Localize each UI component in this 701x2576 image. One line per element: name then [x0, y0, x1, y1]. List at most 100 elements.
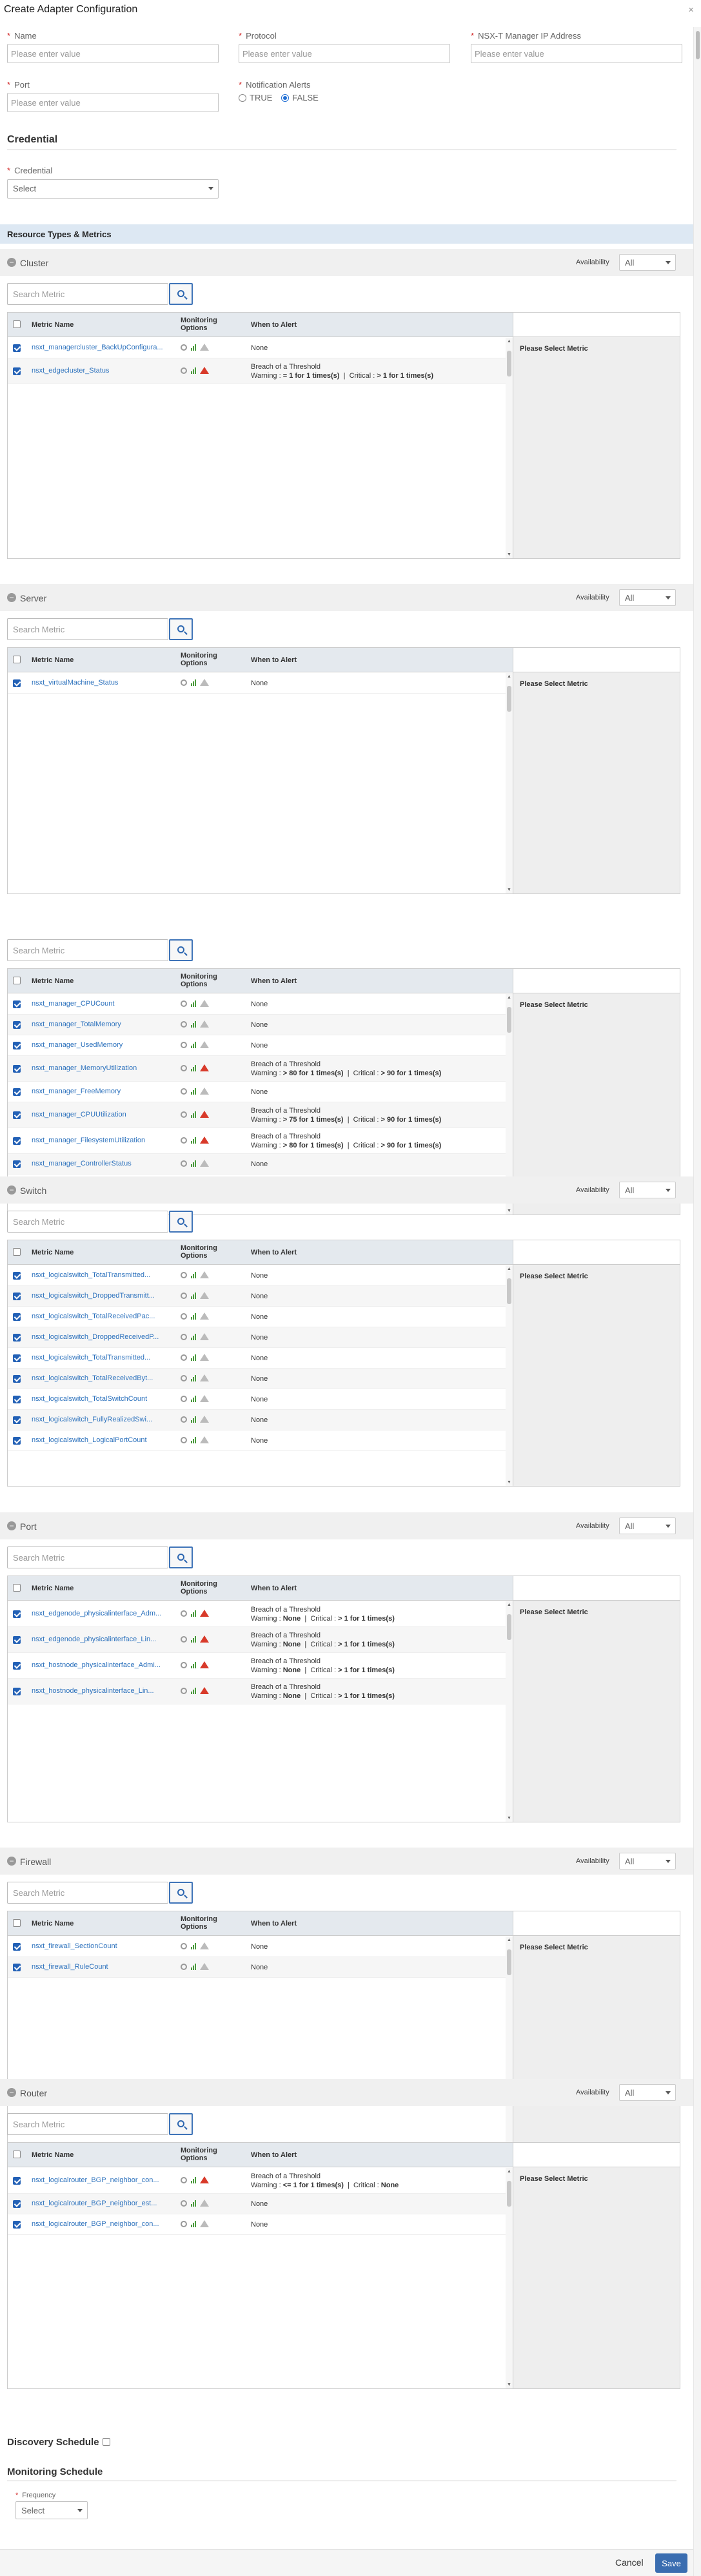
row-checkbox[interactable]	[13, 1272, 21, 1280]
search-button[interactable]	[169, 283, 193, 305]
alert-icon[interactable]	[200, 1687, 209, 1694]
scrollbar-thumb[interactable]	[507, 1614, 511, 1640]
metric-link[interactable]: nsxt_logicalswitch_TotalReceivedByt...	[32, 1374, 173, 1382]
row-checkbox[interactable]	[13, 1416, 21, 1424]
metric-link[interactable]: nsxt_logicalswitch_DroppedReceivedP...	[32, 1333, 173, 1341]
cancel-button[interactable]: Cancel	[615, 2557, 644, 2568]
alert-icon[interactable]	[200, 1088, 209, 1095]
search-button[interactable]	[169, 1547, 193, 1568]
gear-icon[interactable]	[181, 1942, 187, 1949]
bar-chart-icon[interactable]	[191, 1963, 196, 1970]
radio-true[interactable]	[239, 93, 246, 102]
bar-chart-icon[interactable]	[191, 1064, 196, 1071]
search-metric-input[interactable]	[7, 939, 168, 961]
scrollbar-thumb[interactable]	[507, 686, 511, 712]
name-input[interactable]	[7, 44, 219, 63]
gear-icon[interactable]	[181, 1064, 187, 1071]
bar-chart-icon[interactable]	[191, 344, 196, 351]
table-row[interactable]: nsxt_manager_ControllerStatus None	[8, 1154, 506, 1175]
scroll-up-icon[interactable]: ▲	[507, 2169, 511, 2174]
bar-chart-icon[interactable]	[191, 1635, 196, 1643]
metric-link[interactable]: nsxt_logicalswitch_TotalTransmitted...	[32, 1271, 173, 1279]
bar-chart-icon[interactable]	[191, 1088, 196, 1095]
gear-icon[interactable]	[181, 1436, 187, 1443]
bar-chart-icon[interactable]	[191, 1292, 196, 1299]
table-row[interactable]: nsxt_manager_TotalMemory None	[8, 1015, 506, 1035]
metric-link[interactable]: nsxt_manager_UsedMemory	[32, 1041, 173, 1049]
metric-link[interactable]: nsxt_manager_CPUUtilization	[32, 1111, 173, 1118]
alert-icon[interactable]	[200, 1064, 209, 1071]
table-row[interactable]: nsxt_logicalswitch_DroppedReceivedP... No…	[8, 1327, 506, 1348]
collapse-icon[interactable]: −	[7, 2088, 16, 2097]
gear-icon[interactable]	[181, 1111, 187, 1118]
gear-icon[interactable]	[181, 1635, 187, 1643]
table-row[interactable]: nsxt_manager_CPUUtilization Breach of a T…	[8, 1102, 506, 1128]
bar-chart-icon[interactable]	[191, 679, 196, 686]
bar-chart-icon[interactable]	[191, 2176, 196, 2183]
table-row[interactable]: nsxt_manager_CPUCount None	[8, 994, 506, 1015]
page-scrollbar[interactable]	[693, 27, 701, 2576]
search-metric-input[interactable]	[7, 1547, 168, 1568]
collapse-icon[interactable]: −	[7, 258, 16, 267]
scroll-down-icon[interactable]: ▼	[507, 888, 511, 892]
gear-icon[interactable]	[181, 2220, 187, 2227]
table-row[interactable]: nsxt_logicalrouter_BGP_neighbor_con... No…	[8, 2214, 506, 2235]
gear-icon[interactable]	[181, 1333, 187, 1340]
bar-chart-icon[interactable]	[191, 1416, 196, 1423]
scroll-down-icon[interactable]: ▼	[507, 2383, 511, 2387]
alert-icon[interactable]	[200, 2220, 209, 2227]
bar-chart-icon[interactable]	[191, 367, 196, 374]
alert-icon[interactable]	[200, 1354, 209, 1361]
alert-icon[interactable]	[200, 1963, 209, 1970]
frequency-select[interactable]: Select	[15, 2501, 88, 2519]
alert-icon[interactable]	[200, 1312, 209, 1320]
radio-false[interactable]	[281, 93, 290, 102]
availability-select[interactable]: All	[619, 589, 676, 606]
row-checkbox[interactable]	[13, 1437, 21, 1445]
metric-link[interactable]: nsxt_firewall_SectionCount	[32, 1942, 173, 1950]
table-row[interactable]: nsxt_manager_FreeMemory None	[8, 1082, 506, 1102]
scroll-up-icon[interactable]: ▲	[507, 1267, 511, 1271]
bar-chart-icon[interactable]	[191, 1436, 196, 1443]
metric-link[interactable]: nsxt_logicalrouter_BGP_neighbor_est...	[32, 2200, 173, 2207]
alert-icon[interactable]	[200, 1635, 209, 1643]
gear-icon[interactable]	[181, 1395, 187, 1402]
scroll-down-icon[interactable]: ▼	[507, 1816, 511, 1820]
scrollbar-thumb[interactable]	[507, 351, 511, 376]
table-row[interactable]: nsxt_firewall_RuleCount None	[8, 1957, 506, 1978]
scroll-down-icon[interactable]: ▼	[507, 552, 511, 557]
scroll-up-icon[interactable]: ▲	[507, 339, 511, 344]
row-checkbox[interactable]	[13, 1111, 21, 1119]
gear-icon[interactable]	[181, 1661, 187, 1668]
alert-icon[interactable]	[200, 1020, 209, 1028]
alert-icon[interactable]	[200, 2200, 209, 2207]
alert-icon[interactable]	[200, 1374, 209, 1381]
gear-icon[interactable]	[181, 1271, 187, 1278]
table-row[interactable]: nsxt_logicalswitch_TotalReceivedPac... No…	[8, 1307, 506, 1327]
table-row[interactable]: nsxt_hostnode_physicalinterface_Admi... B…	[8, 1653, 506, 1679]
gear-icon[interactable]	[181, 1041, 187, 1048]
bar-chart-icon[interactable]	[191, 1111, 196, 1118]
alert-icon[interactable]	[200, 1137, 209, 1144]
collapse-icon[interactable]: −	[7, 1521, 16, 1530]
row-checkbox[interactable]	[13, 1964, 21, 1971]
search-metric-input[interactable]	[7, 2113, 168, 2135]
table-row[interactable]: nsxt_edgenode_physicalinterface_Lin... Br…	[8, 1627, 506, 1653]
bar-chart-icon[interactable]	[191, 1137, 196, 1144]
table-row[interactable]: nsxt_virtualMachine_Status None	[8, 673, 506, 694]
scrollbar-thumb[interactable]	[507, 1278, 511, 1304]
gear-icon[interactable]	[181, 1374, 187, 1381]
gear-icon[interactable]	[181, 1312, 187, 1320]
bar-chart-icon[interactable]	[191, 2200, 196, 2207]
metric-link[interactable]: nsxt_logicalswitch_DroppedTransmitt...	[32, 1292, 173, 1300]
select-all-checkbox[interactable]	[13, 320, 21, 328]
metric-link[interactable]: nsxt_hostnode_physicalinterface_Admi...	[32, 1661, 173, 1669]
table-row[interactable]: nsxt_manager_UsedMemory None	[8, 1035, 506, 1056]
bar-chart-icon[interactable]	[191, 1312, 196, 1320]
availability-select[interactable]: All	[619, 1517, 676, 1534]
close-icon[interactable]: ✕	[688, 6, 694, 14]
metric-link[interactable]: nsxt_logicalswitch_TotalReceivedPac...	[32, 1312, 173, 1320]
bar-chart-icon[interactable]	[191, 2220, 196, 2227]
metric-link[interactable]: nsxt_logicalswitch_TotalSwitchCount	[32, 1395, 173, 1403]
alert-icon[interactable]	[200, 1041, 209, 1048]
